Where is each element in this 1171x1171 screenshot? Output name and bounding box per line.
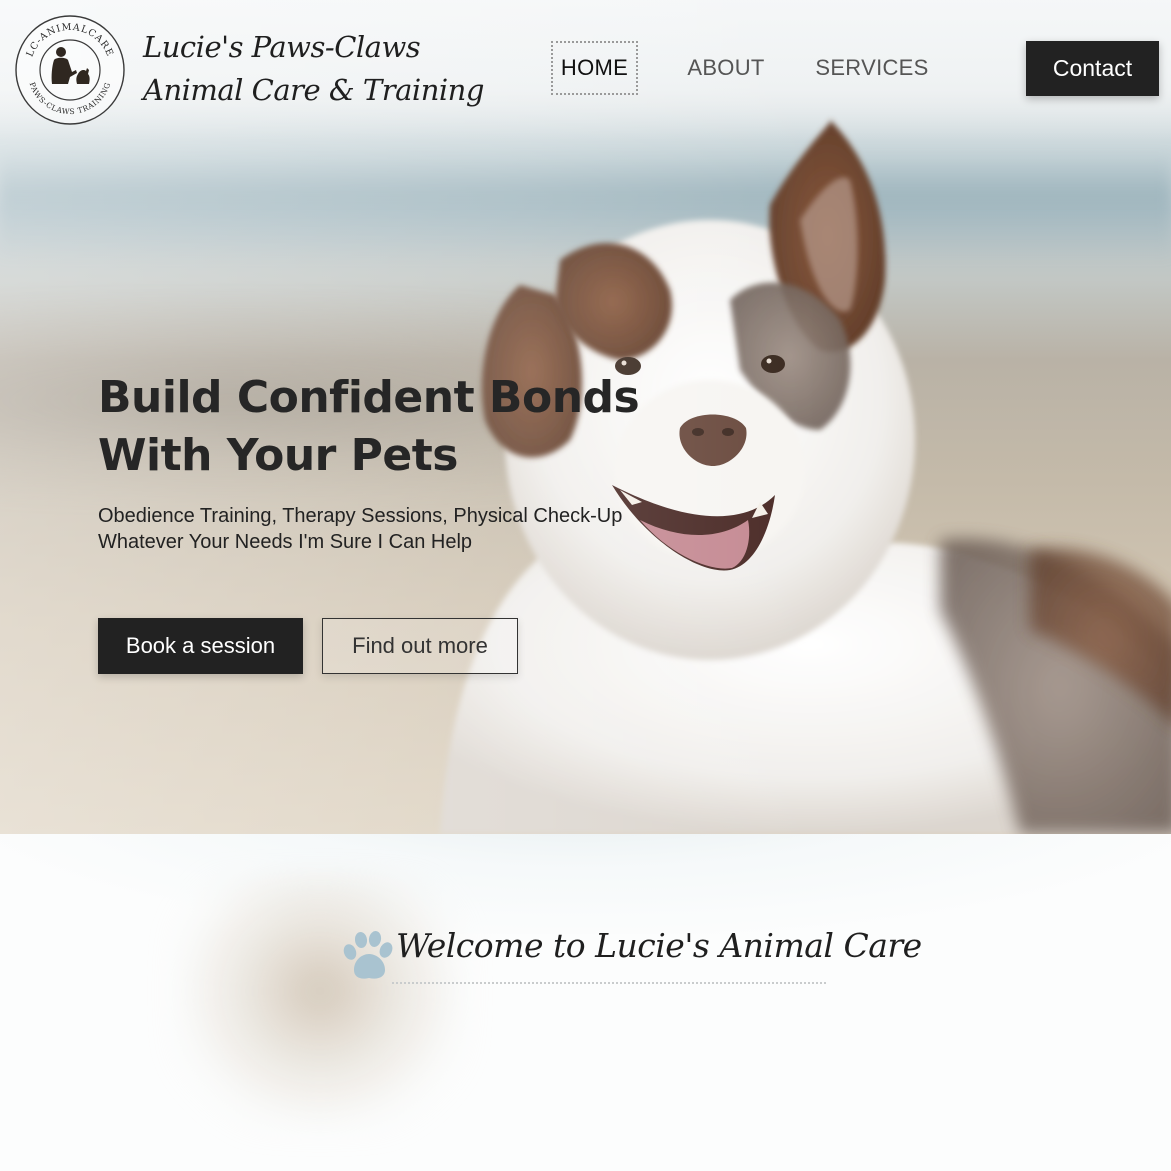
hero-title: Build Confident Bonds With Your Pets [98,369,658,485]
brand-name[interactable]: Lucie's Paws-Claws Animal Care & Trainin… [143,26,484,112]
hero-subtitle-line2: Whatever Your Needs I'm Sure I Can Help [98,531,473,553]
brand-name-line1: Lucie's Paws-Claws [143,30,421,64]
book-session-button[interactable]: Book a session [98,618,303,674]
nav-item-services[interactable]: SERVICES [810,41,934,95]
welcome-title: Welcome to Lucie's Animal Care [396,926,922,965]
hero-title-line1: Build Confident Bonds [98,372,640,423]
find-out-more-button[interactable]: Find out more [322,618,518,674]
nav-item-home[interactable]: HOME [551,41,638,95]
hero-subtitle-line1: Obedience Training, Therapy Sessions, Ph… [98,505,623,527]
contact-button[interactable]: Contact [1026,41,1159,96]
brand-name-line2: Animal Care & Training [143,73,484,107]
welcome-decor-blob [170,874,470,1134]
site-header: LC-ANIMALCARE PAWS-CLAWS TRAINING Lucie'… [0,0,1171,140]
welcome-section: Welcome to Lucie's Animal Care [0,834,1171,1171]
nav-item-about[interactable]: ABOUT [676,41,776,95]
paw-icon [343,931,393,979]
hero-title-line2: With Your Pets [98,430,459,481]
logo-badge[interactable]: LC-ANIMALCARE PAWS-CLAWS TRAINING [14,14,126,126]
hero-subtitle: Obedience Training, Therapy Sessions, Ph… [98,503,638,555]
welcome-underline [392,982,826,984]
